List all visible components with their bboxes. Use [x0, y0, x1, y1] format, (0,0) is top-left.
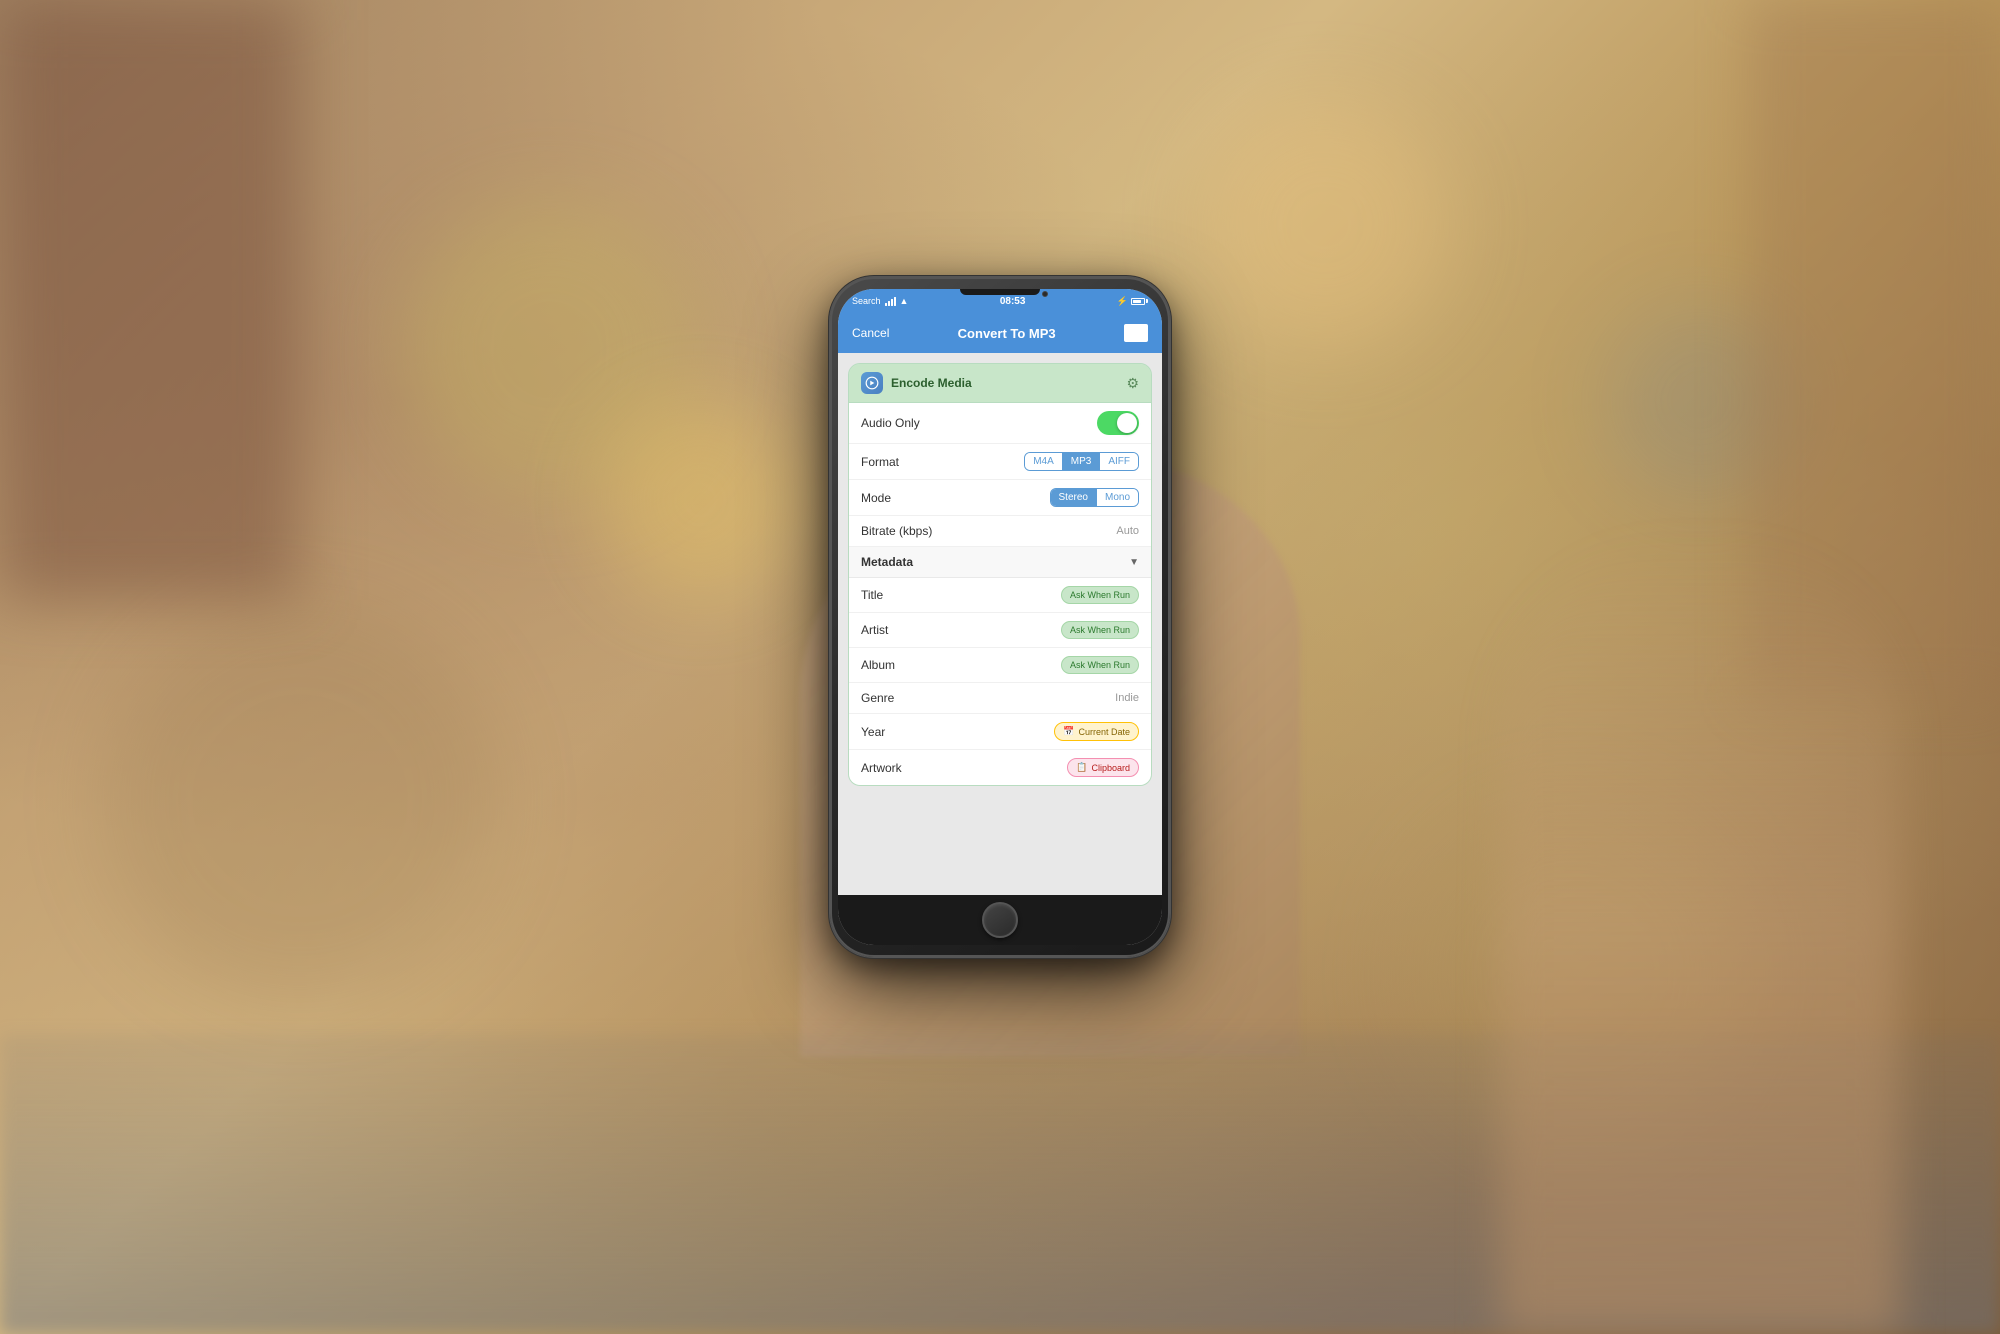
- bokeh-2: [600, 400, 800, 600]
- bitrate-row: Bitrate (kbps) Auto: [849, 516, 1151, 547]
- battery-body: [1131, 298, 1145, 305]
- title-ask-badge[interactable]: Ask When Run: [1061, 586, 1139, 604]
- title-label: Title: [861, 588, 883, 602]
- genre-row: Genre Indie: [849, 683, 1151, 714]
- bokeh-4: [1200, 100, 1450, 350]
- signal-bar-3: [891, 299, 893, 306]
- title-badge-label: Ask When Run: [1070, 590, 1130, 600]
- format-row: Format M4A MP3 AIFF: [849, 444, 1151, 480]
- clipboard-icon: 📋: [1076, 762, 1087, 773]
- title-row: Title Ask When Run: [849, 578, 1151, 613]
- building-left: [0, 0, 300, 600]
- artwork-row: Artwork 📋 Clipboard: [849, 750, 1151, 785]
- artist-row: Artist Ask When Run: [849, 613, 1151, 648]
- person-background: [1500, 534, 1900, 1334]
- nav-title: Convert To MP3: [958, 326, 1056, 341]
- mode-stereo-button[interactable]: Stereo: [1051, 489, 1097, 506]
- media-icon-svg: [865, 376, 879, 390]
- phone-speaker: [960, 289, 1040, 295]
- audio-only-label: Audio Only: [861, 416, 920, 430]
- signal-bar-1: [885, 303, 887, 306]
- battery-fill: [1133, 300, 1141, 303]
- mode-segmented-control: Stereo Mono: [1050, 488, 1139, 507]
- encode-media-card: Encode Media ⚙ Audio Only Format: [848, 363, 1152, 786]
- status-right: ⚡: [1117, 296, 1148, 307]
- signal-icon: [885, 297, 896, 306]
- album-ask-badge[interactable]: Ask When Run: [1061, 656, 1139, 674]
- format-label: Format: [861, 455, 899, 469]
- carrier-label: Search: [852, 296, 881, 306]
- calendar-icon: 📅: [1063, 726, 1074, 737]
- audio-only-row: Audio Only: [849, 403, 1151, 444]
- phone-screen: Search ▲ 08:53 ⚡: [838, 289, 1162, 945]
- encode-media-icon: [861, 372, 883, 394]
- album-label: Album: [861, 658, 895, 672]
- bluetooth-icon: ⚡: [1117, 296, 1128, 307]
- mode-label: Mode: [861, 491, 891, 505]
- status-left: Search ▲: [852, 296, 908, 306]
- artwork-clipboard-badge[interactable]: 📋 Clipboard: [1067, 758, 1139, 777]
- format-aiff-button[interactable]: AIFF: [1100, 453, 1138, 470]
- phone-wrapper: Search ▲ 08:53 ⚡: [790, 277, 1210, 1057]
- format-mp3-button[interactable]: MP3: [1063, 453, 1101, 470]
- encode-header-left: Encode Media: [861, 372, 972, 394]
- bitrate-value: Auto: [1116, 525, 1139, 537]
- bokeh-3: [100, 600, 500, 1000]
- artwork-label: Artwork: [861, 761, 902, 775]
- nav-bar: Cancel Convert To MP3: [838, 313, 1162, 353]
- metadata-chevron-icon: ▼: [1129, 557, 1139, 568]
- format-m4a-button[interactable]: M4A: [1025, 453, 1063, 470]
- nav-action-button[interactable]: [1124, 324, 1148, 342]
- audio-only-toggle[interactable]: [1097, 411, 1139, 435]
- signal-bar-4: [894, 297, 896, 306]
- metadata-label: Metadata: [861, 555, 913, 569]
- bitrate-label: Bitrate (kbps): [861, 524, 932, 538]
- album-row: Album Ask When Run: [849, 648, 1151, 683]
- home-button-area: [838, 895, 1162, 945]
- format-segmented-control: M4A MP3 AIFF: [1024, 452, 1139, 471]
- year-row: Year 📅 Current Date: [849, 714, 1151, 750]
- genre-value: Indie: [1115, 692, 1139, 704]
- battery-icon: [1131, 298, 1148, 305]
- home-button[interactable]: [982, 902, 1018, 938]
- artist-label: Artist: [861, 623, 888, 637]
- mode-mono-button[interactable]: Mono: [1097, 489, 1138, 506]
- encode-header: Encode Media ⚙: [849, 364, 1151, 403]
- encode-options-icon[interactable]: ⚙: [1126, 375, 1139, 392]
- genre-label: Genre: [861, 691, 894, 705]
- encode-card-title: Encode Media: [891, 376, 972, 390]
- album-badge-label: Ask When Run: [1070, 660, 1130, 670]
- wifi-icon: ▲: [900, 296, 909, 306]
- mode-row: Mode Stereo Mono: [849, 480, 1151, 516]
- year-date-badge[interactable]: 📅 Current Date: [1054, 722, 1139, 741]
- year-label: Year: [861, 725, 885, 739]
- phone-camera: [1042, 291, 1048, 297]
- battery-tip: [1146, 299, 1148, 303]
- phone-frame: Search ▲ 08:53 ⚡: [830, 277, 1170, 957]
- artist-badge-label: Ask When Run: [1070, 625, 1130, 635]
- signal-bar-2: [888, 301, 890, 306]
- metadata-section-row[interactable]: Metadata ▼: [849, 547, 1151, 578]
- artist-ask-badge[interactable]: Ask When Run: [1061, 621, 1139, 639]
- content-area: Encode Media ⚙ Audio Only Format: [838, 353, 1162, 895]
- toggle-knob: [1117, 413, 1137, 433]
- year-badge-label: Current Date: [1078, 727, 1130, 737]
- cancel-button[interactable]: Cancel: [852, 326, 889, 340]
- artwork-badge-label: Clipboard: [1091, 763, 1130, 773]
- status-time: 08:53: [1000, 296, 1026, 307]
